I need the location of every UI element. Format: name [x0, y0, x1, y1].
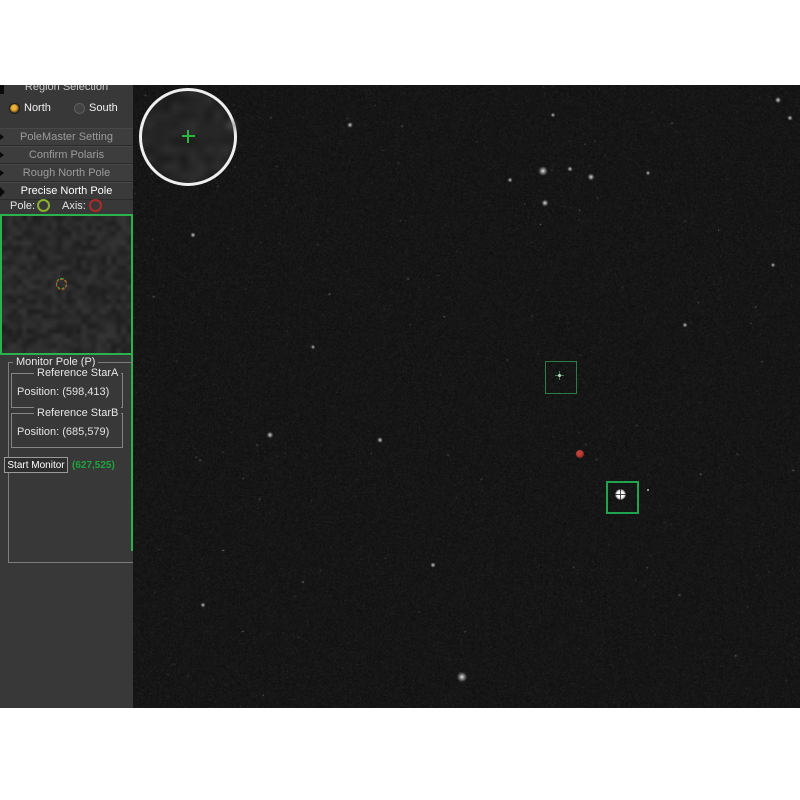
starfield-image: [133, 85, 800, 708]
pole-zoom-preview[interactable]: [0, 214, 133, 355]
step-precise-north-pole[interactable]: Precise North Pole: [0, 182, 133, 200]
step-rough-north-pole[interactable]: Rough North Pole: [0, 164, 133, 182]
step-label: Precise North Pole: [21, 185, 113, 197]
star-a-position-value: Position: (598,413): [17, 386, 109, 398]
step-label: Rough North Pole: [23, 167, 110, 179]
pole-coordinates-readout: (627,525): [72, 460, 115, 471]
region-selection-title: Region Selection: [0, 85, 133, 93]
reference-star-b-group: Reference StarB Position: (685,579): [11, 413, 123, 448]
star-b-position-value: Position: (685,579): [17, 426, 109, 438]
pole-ring-icon: [37, 199, 50, 212]
step-label: Confirm Polaris: [29, 149, 104, 161]
axis-legend-label: Axis:: [62, 200, 86, 212]
start-monitor-button[interactable]: Start Monitor: [4, 457, 68, 473]
expander-arrow-icon: [0, 170, 4, 176]
app-area: Region Selection North South PoleMaster …: [0, 85, 800, 708]
reference-star-b-title: Reference StarB: [34, 407, 121, 419]
pole-legend-label: Pole:: [10, 200, 35, 212]
pole-alignment-marker: [56, 278, 67, 289]
north-radio-label[interactable]: North: [24, 102, 51, 114]
step-polemaster-setting[interactable]: PoleMaster Setting: [0, 128, 133, 146]
axis-marker-dot: [576, 450, 584, 458]
south-radio[interactable]: [74, 103, 85, 114]
expander-arrow-icon: [0, 152, 4, 158]
hemisphere-radio-group: North South: [0, 99, 133, 121]
magnified-star-blob: [225, 121, 237, 130]
reference-star-a-group: Reference StarA Position: (598,413): [11, 373, 123, 408]
pole-axis-legend: Pole: Axis:: [0, 199, 133, 214]
sidebar: Region Selection North South PoleMaster …: [0, 85, 133, 708]
reference-star-a-title: Reference StarA: [34, 367, 121, 379]
step-confirm-polaris[interactable]: Confirm Polaris: [0, 146, 133, 164]
field-star: [647, 489, 649, 491]
pole-cross-icon: [187, 130, 189, 143]
reference-star-b: [615, 489, 626, 500]
north-radio[interactable]: [9, 103, 20, 114]
reference-star-a-box[interactable]: [545, 361, 577, 394]
star-b-crosshair-icon: [615, 494, 626, 495]
south-radio-label[interactable]: South: [89, 102, 118, 114]
polemaster-window: Region Selection North South PoleMaster …: [0, 0, 800, 800]
expander-arrow-icon: [0, 187, 5, 197]
step-label: PoleMaster Setting: [20, 131, 113, 143]
expander-arrow-icon: [0, 134, 4, 140]
camera-starfield-view[interactable]: [133, 85, 800, 708]
axis-ring-icon: [89, 199, 102, 212]
reference-star-a: [558, 374, 561, 377]
